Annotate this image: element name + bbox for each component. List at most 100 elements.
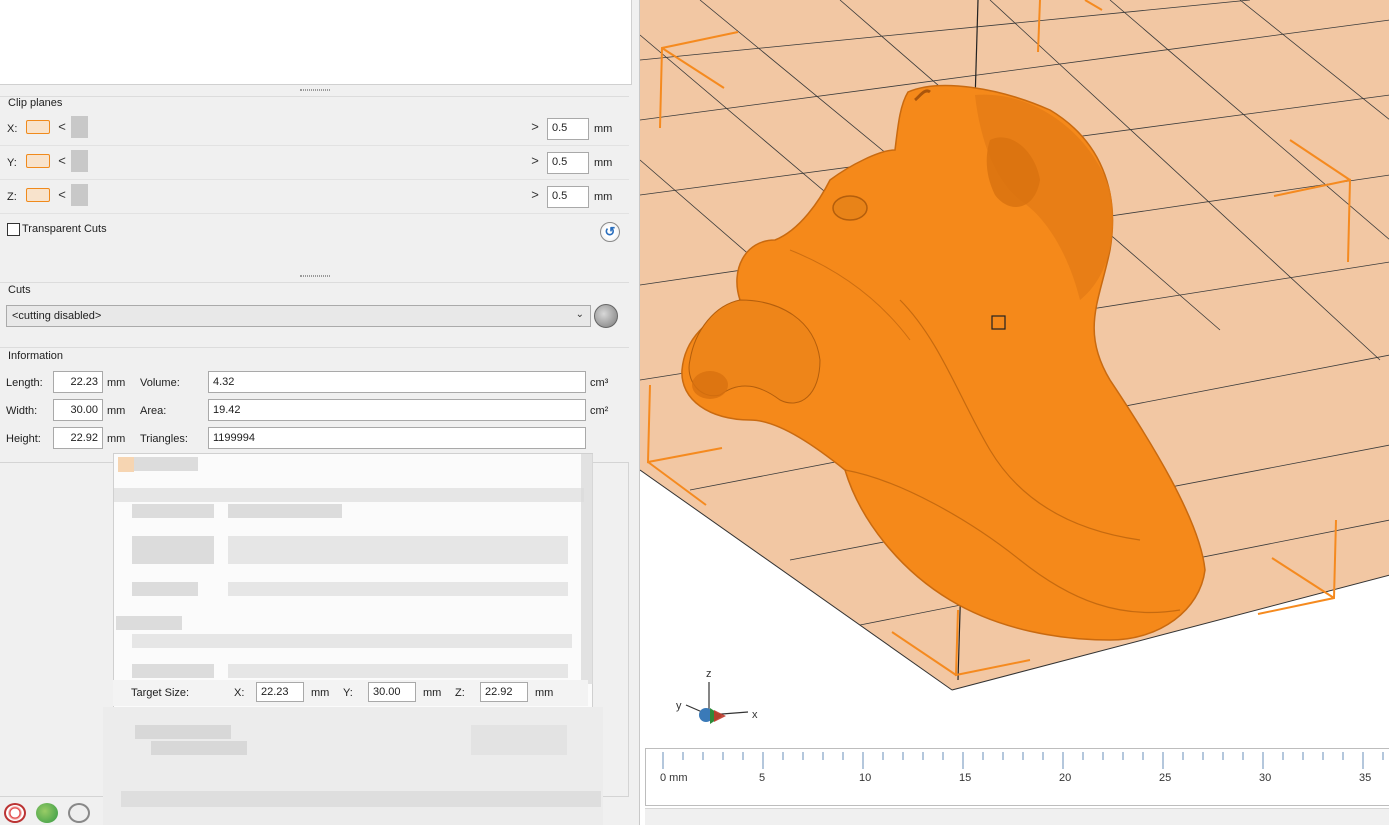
target-size-row: Target Size: X: 22.23 mm Y: 30.00 mm Z: … <box>113 680 588 706</box>
area-unit: cm² <box>590 405 609 417</box>
blurred-text <box>471 725 567 755</box>
cuts-select[interactable]: <cutting disabled> ⌄ <box>6 305 591 327</box>
blurred-text <box>228 536 568 564</box>
axis-y-label: Y: <box>7 157 17 169</box>
link-icon[interactable] <box>68 803 90 823</box>
blurred-text <box>132 582 198 596</box>
gizmo-z-label: z <box>706 668 712 680</box>
ruler-label: 30 <box>1259 772 1271 784</box>
target-x-input[interactable]: 22.23 <box>256 682 304 702</box>
scene-canvas[interactable]: z x y <box>640 0 1389 825</box>
width-label: Width: <box>6 405 38 417</box>
clip-x-right-arrow[interactable]: > <box>530 119 540 134</box>
blurred-text <box>228 582 568 596</box>
height-value: 22.92 <box>53 427 103 449</box>
clip-z-value-input[interactable]: 0.5 <box>547 186 589 208</box>
clip-plane-z-row: Z: < > 0.5 mm <box>0 181 629 214</box>
clip-z-left-arrow[interactable]: < <box>57 187 67 202</box>
length-unit: mm <box>107 377 126 389</box>
left-panel: Clip planes X: < > 0.5 mm Y: < > 0.5 mm … <box>0 0 637 825</box>
information-title: Information <box>8 350 64 362</box>
target-x-label: X: <box>234 687 245 699</box>
blurred-text <box>121 791 601 807</box>
target-x-unit: mm <box>311 687 330 699</box>
blurred-text <box>132 536 214 564</box>
clip-planes-title: Clip planes <box>8 97 63 109</box>
clip-y-value-input[interactable]: 0.5 <box>547 152 589 174</box>
settings-icon[interactable] <box>4 803 26 823</box>
axis-x-label: X: <box>7 123 18 135</box>
object-list-area[interactable] <box>0 0 632 85</box>
clip-y-unit: mm <box>594 157 613 169</box>
clip-z-right-arrow[interactable]: > <box>530 187 540 202</box>
target-y-input[interactable]: 30.00 <box>368 682 416 702</box>
ruler-label: 25 <box>1159 772 1171 784</box>
transparent-cuts-label: Transparent Cuts <box>22 223 107 235</box>
area-label: Area: <box>140 405 167 417</box>
clip-x-color-swatch[interactable] <box>26 120 50 134</box>
clip-y-right-arrow[interactable]: > <box>530 153 540 168</box>
splitter-handle[interactable] <box>300 89 330 91</box>
length-label: Length: <box>6 377 43 389</box>
blurred-text <box>114 488 584 502</box>
clip-x-left-arrow[interactable]: < <box>57 119 67 134</box>
ruler-label: 10 <box>859 772 871 784</box>
target-y-label: Y: <box>343 687 353 699</box>
triangles-label: Triangles: <box>140 433 188 445</box>
clip-z-unit: mm <box>594 191 613 203</box>
measurement-ruler: 0 mm 5 10 15 20 25 30 35 <box>645 748 1389 806</box>
ruler-label: 5 <box>759 772 765 784</box>
warning-icon[interactable] <box>36 803 58 823</box>
blurred-text <box>132 664 214 678</box>
cuts-title: Cuts <box>8 284 31 296</box>
clip-plane-y-row: Y: < > 0.5 mm <box>0 147 629 180</box>
volume-value: 4.32 <box>208 371 586 393</box>
dialog-scrollbar[interactable] <box>581 454 593 684</box>
target-size-label: Target Size: <box>131 687 190 699</box>
clip-z-color-swatch[interactable] <box>26 188 50 202</box>
chevron-down-icon: ⌄ <box>575 309 584 320</box>
ruler-scale: 0 mm 5 10 15 20 25 30 35 <box>660 752 1384 784</box>
width-unit: mm <box>107 405 126 417</box>
target-y-unit: mm <box>423 687 442 699</box>
blurred-text <box>151 741 247 755</box>
cuts-select-value: <cutting disabled> <box>12 310 102 322</box>
splitter-handle[interactable] <box>300 275 330 277</box>
target-z-input[interactable]: 22.92 <box>480 682 528 702</box>
clip-x-slider-thumb[interactable] <box>71 116 88 138</box>
clip-y-color-swatch[interactable] <box>26 154 50 168</box>
width-value: 30.00 <box>53 399 103 421</box>
target-z-unit: mm <box>535 687 554 699</box>
clip-plane-x-row: X: < > 0.5 mm <box>0 113 629 146</box>
blurred-text <box>134 457 198 471</box>
blurred-text <box>116 616 182 630</box>
status-strip <box>645 808 1389 825</box>
length-value: 22.23 <box>53 371 103 393</box>
ruler-label: 15 <box>959 772 971 784</box>
gizmo-x-label: x <box>752 709 758 721</box>
orientation-gizmo: z x y <box>676 668 758 724</box>
blurred-text <box>135 725 231 739</box>
clip-y-left-arrow[interactable]: < <box>57 153 67 168</box>
transparent-cuts-checkbox[interactable] <box>7 223 20 236</box>
clip-x-value-input[interactable]: 0.5 <box>547 118 589 140</box>
blurred-text <box>228 504 342 518</box>
height-unit: mm <box>107 433 126 445</box>
target-z-label: Z: <box>455 687 465 699</box>
3d-viewport[interactable]: z x y 0 mm 5 10 15 20 25 30 35 <box>639 0 1389 825</box>
blurred-text <box>132 634 572 648</box>
volume-label: Volume: <box>140 377 180 389</box>
ruler-label: 20 <box>1059 772 1071 784</box>
blurred-swatch <box>118 457 134 472</box>
gizmo-y-label: y <box>676 700 682 712</box>
height-label: Height: <box>6 433 41 445</box>
clip-z-slider-thumb[interactable] <box>71 184 88 206</box>
clip-y-slider-thumb[interactable] <box>71 150 88 172</box>
scale-dialog-overlay <box>113 453 593 708</box>
reset-clip-icon[interactable]: ↺ <box>600 222 620 242</box>
triangles-value: 1199994 <box>208 427 586 449</box>
area-value: 19.42 <box>208 399 586 421</box>
blurred-dialog-footer <box>103 707 603 825</box>
cut-tool-icon[interactable] <box>594 304 618 328</box>
volume-unit: cm³ <box>590 377 609 389</box>
